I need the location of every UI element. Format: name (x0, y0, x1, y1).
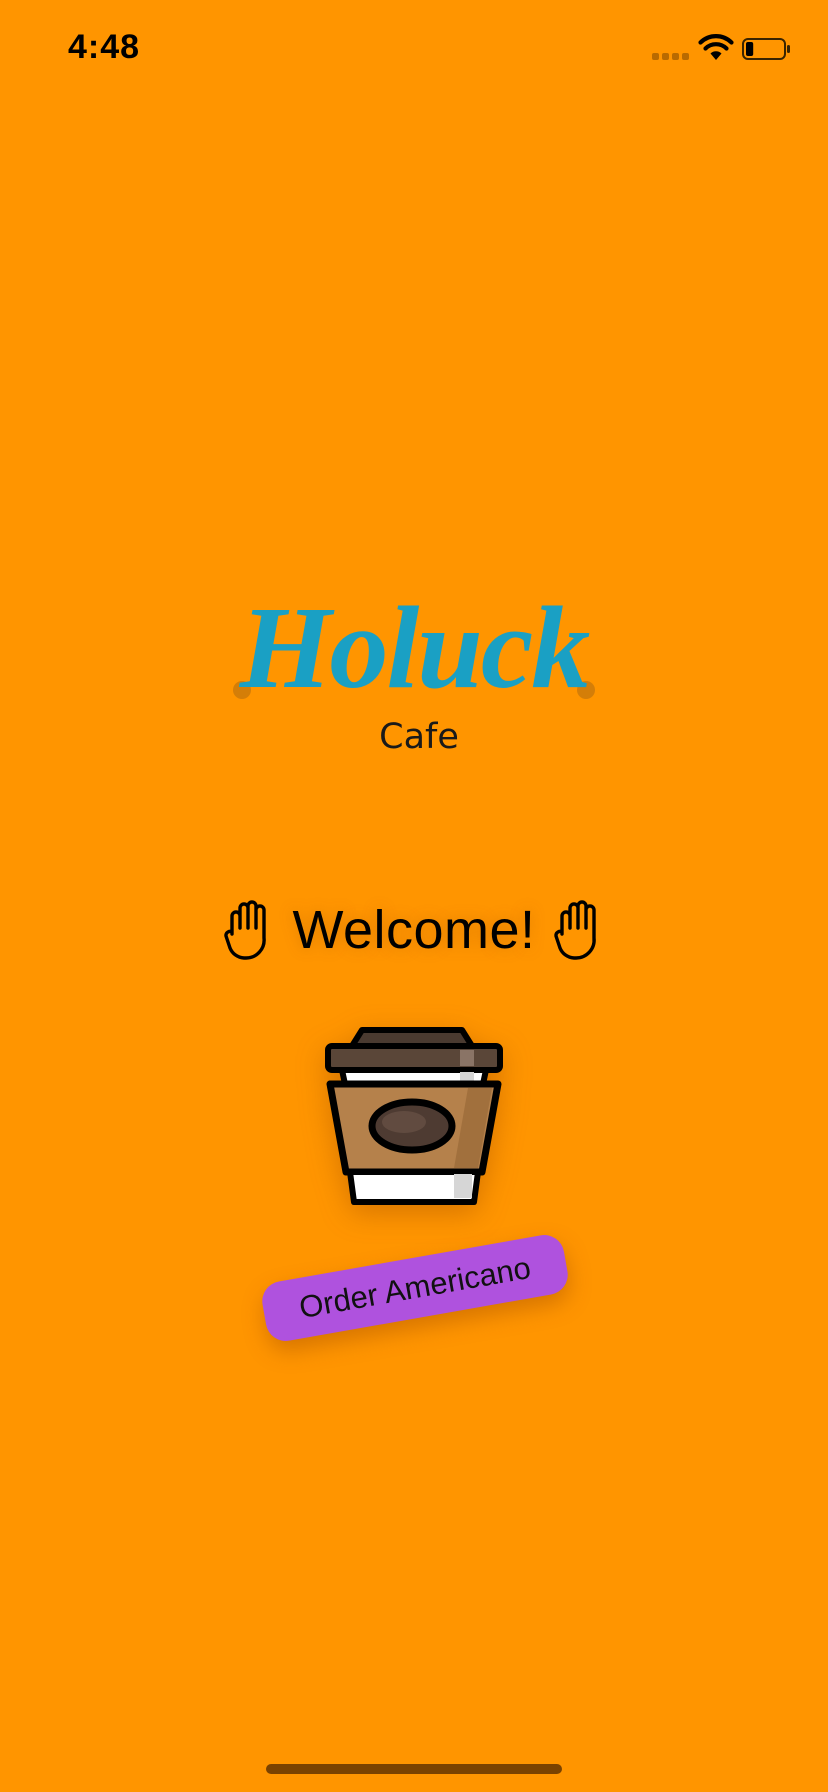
raised-hand-icon (553, 900, 596, 960)
logo: Holuck Cafe (0, 575, 828, 775)
home-indicator[interactable] (266, 1764, 562, 1774)
welcome-text: Welcome! (292, 900, 536, 960)
welcome-message: Welcome! (0, 890, 828, 970)
order-americano-button[interactable]: Order Americano (259, 1231, 571, 1345)
status-time: 4:48 (68, 28, 141, 66)
signal-icon (652, 52, 692, 62)
logo-wordmark: Holuck (233, 582, 595, 705)
logo-subtitle: Cafe (379, 717, 459, 757)
battery-icon (742, 38, 790, 60)
raised-hand-icon (224, 900, 267, 960)
wifi-icon (698, 34, 734, 60)
coffee-cup-icon (325, 1027, 503, 1205)
logo-title: Holuck (239, 582, 591, 705)
status-bar: 4:48 (0, 0, 828, 100)
order-button-label: Order Americano (296, 1249, 534, 1326)
